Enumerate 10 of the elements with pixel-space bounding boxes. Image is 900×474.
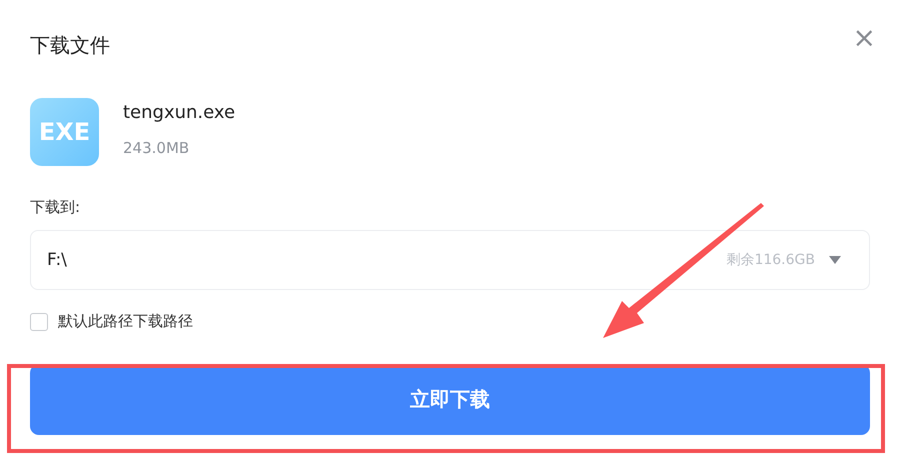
checkbox[interactable] <box>30 312 48 330</box>
close-button[interactable]: × <box>850 28 878 48</box>
dialog-title: 下载文件 <box>30 32 110 59</box>
caret-icon <box>829 256 841 264</box>
checkbox-label: 默认此路径下载路径 <box>58 312 193 331</box>
file-name: tengxun.exe <box>123 102 236 123</box>
path-select[interactable]: F:\ 剩余116.6GB <box>30 230 870 290</box>
file-type-icon: EXE <box>30 98 99 166</box>
field-label: 下载到: <box>30 198 82 217</box>
file-size: 243.0MB <box>123 139 190 157</box>
